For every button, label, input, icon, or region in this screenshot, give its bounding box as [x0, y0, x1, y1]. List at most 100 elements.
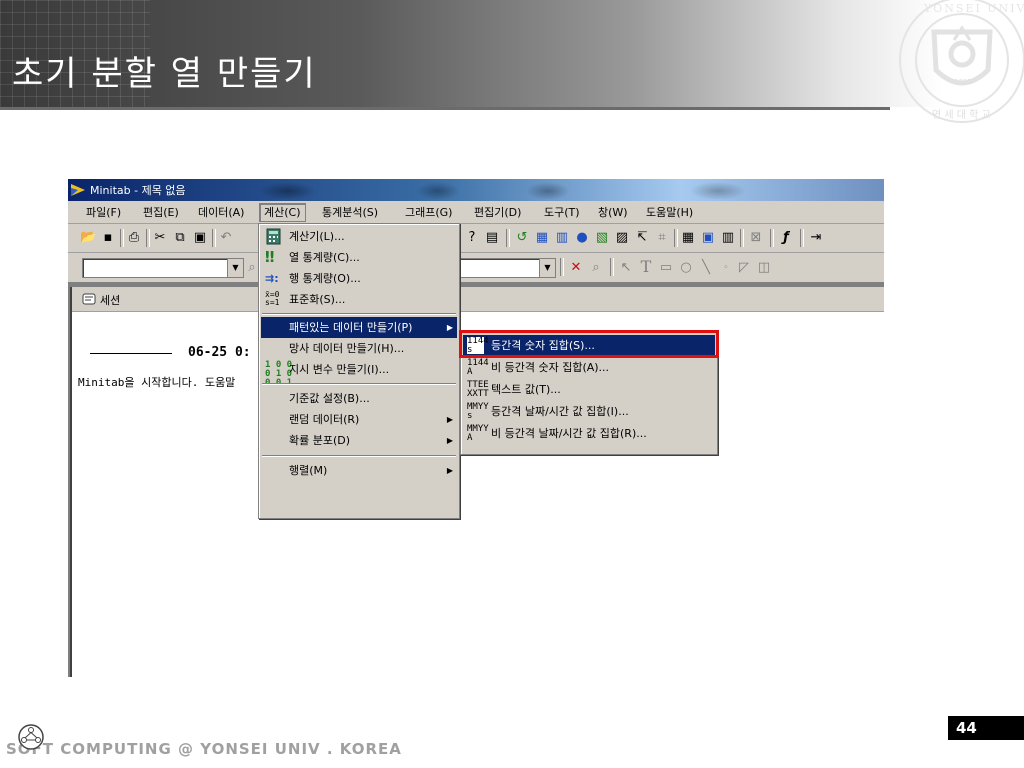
menu-item-set-base[interactable]: 기준값 설정(B)...: [261, 388, 457, 409]
minitab-logo-icon: [71, 184, 85, 196]
insert-icon[interactable]: ↸: [634, 230, 650, 246]
standard-toolbar: 📂 ▪ ⎙ ✂ ⧉ ▣ ↶ ? ▤ ↺ ▦ ▥ ● ▧ ▨ ↸ ⌗ ▦ ▣ ▥ …: [68, 224, 884, 253]
menu-item-label: 행 통계량(O)...: [289, 272, 361, 285]
toolbar-separator: [610, 258, 614, 276]
project-manager-icon[interactable]: ●: [574, 230, 590, 246]
undo-icon[interactable]: ↶: [218, 230, 234, 246]
ellipse-tool-icon[interactable]: ○: [678, 260, 694, 276]
submenu-item-simple-set-datetime[interactable]: MMYY s 등간격 날짜/시간 값 집합(I)...: [463, 401, 715, 422]
submenu-item-text-values[interactable]: TTEE XXTT 텍스트 값(T)...: [463, 379, 715, 400]
save-icon[interactable]: ▪: [100, 230, 116, 246]
session-welcome-text: Minitab을 시작합니다. 도움말: [78, 376, 236, 389]
menu-edit[interactable]: 편집(E): [139, 204, 183, 221]
menu-item-label: 열 통계량(C)...: [289, 251, 360, 264]
menu-data[interactable]: 데이터(A): [194, 204, 248, 221]
text-tool-icon[interactable]: T: [638, 259, 654, 275]
graph-combo[interactable]: ▼: [454, 258, 556, 278]
info-icon[interactable]: ▤: [484, 230, 500, 246]
menu-separator: [262, 313, 456, 315]
text-values-icon: TTEE XXTT: [467, 380, 489, 399]
zoom-icon[interactable]: ⌕: [588, 260, 604, 276]
emblem-text: YONSEI UNIVERSITY: [923, 2, 1024, 15]
menu-graph[interactable]: 그래프(G): [401, 204, 456, 221]
polyline-tool-icon[interactable]: ◸: [736, 260, 752, 276]
toolbar-separator: [120, 229, 124, 247]
menu-item-standardize[interactable]: x̄=0 s=1 표준화(S)...: [261, 289, 457, 310]
edit-last-icon[interactable]: ↺: [514, 230, 530, 246]
menu-item-label: 지시 변수 만들기(I)...: [289, 363, 390, 376]
standardize-icon: x̄=0 s=1: [265, 290, 280, 307]
titlebar-pattern: [248, 181, 848, 199]
menu-editor[interactable]: 편집기(D): [470, 204, 525, 221]
menu-item-probability-distributions[interactable]: 확률 분포(D) ▶: [261, 430, 457, 451]
menu-item-label: 비 등간격 숫자 집합(A)...: [491, 361, 610, 374]
columns-icon[interactable]: ▥: [720, 230, 736, 246]
toolbar-separator: [560, 258, 564, 276]
calc-menu: 계산기(L)... ‼ 열 통계량(C)... ⇉: 행 통계량(O)... x…: [258, 223, 460, 519]
marker-tool-icon[interactable]: ◦: [718, 260, 734, 276]
emblem-korean: 연 세 대 학 교: [932, 109, 991, 121]
chevron-down-icon[interactable]: ▼: [227, 259, 243, 277]
menu-item-calculator[interactable]: 계산기(L)...: [261, 226, 457, 247]
menu-calc[interactable]: 계산(C): [259, 203, 306, 222]
worksheet-icon[interactable]: ▥: [554, 230, 570, 246]
menu-separator: [262, 383, 456, 385]
session-window-icon[interactable]: ▦: [534, 230, 550, 246]
menu-item-matrices[interactable]: 행렬(M) ▶: [261, 460, 457, 481]
toolbar-separator: [212, 229, 216, 247]
menu-item-column-stats[interactable]: ‼ 열 통계량(C)...: [261, 247, 457, 268]
submenu-item-arbitrary-set-datetime[interactable]: MMYY A 비 등간격 날짜/시간 값 집합(R)...: [463, 423, 715, 444]
footer-text: SOFT COMPUTING @ YONSEI UNIV . KOREA: [6, 740, 402, 758]
calculator-icon: [266, 228, 281, 245]
print-icon[interactable]: ⎙: [126, 230, 142, 246]
worksheet-window-icon[interactable]: ▣: [700, 230, 716, 246]
session-window-icon: [82, 293, 96, 305]
menu-stat[interactable]: 통계분석(S): [318, 204, 382, 221]
chevron-down-icon[interactable]: ▼: [539, 259, 555, 277]
menu-item-make-mesh-data[interactable]: 망사 데이터 만들기(H)...: [261, 338, 457, 359]
toolbar-separator: [740, 229, 744, 247]
menu-help[interactable]: 도움말(H): [642, 204, 697, 221]
column-combo[interactable]: ▼: [82, 258, 244, 278]
line-tool-icon[interactable]: ╲: [698, 260, 714, 276]
menu-item-label: 망사 데이터 만들기(H)...: [289, 342, 405, 355]
close-graphs-icon[interactable]: ⊠: [748, 230, 764, 246]
function-icon[interactable]: ƒ: [778, 230, 794, 246]
grid-icon[interactable]: ▦: [680, 230, 696, 246]
open-folder-icon[interactable]: 📂: [80, 230, 96, 246]
menu-window[interactable]: 창(W): [594, 204, 632, 221]
help-icon[interactable]: ?: [464, 230, 480, 246]
menu-item-make-patterned-data[interactable]: 패턴있는 데이터 만들기(P) ▶: [261, 317, 457, 338]
menu-item-label: 표준화(S)...: [289, 293, 346, 306]
session-title: 세션: [100, 294, 121, 307]
menu-separator: [262, 455, 456, 457]
row-stats-icon: ⇉:: [265, 272, 279, 285]
menu-item-label: 패턴있는 데이터 만들기(P): [289, 321, 413, 334]
session-titlebar: 세션: [72, 287, 884, 312]
submenu-item-arbitrary-set-numbers[interactable]: 1144 A 비 등간격 숫자 집합(A)...: [463, 357, 715, 378]
menu-tools[interactable]: 도구(T): [540, 204, 584, 221]
copy-icon[interactable]: ⧉: [172, 230, 188, 246]
cut-icon[interactable]: ✂: [152, 230, 168, 246]
minitab-screenshot: Minitab - 제목 없음 파일(F) 편집(E) 데이터(A) 계산(C)…: [68, 179, 884, 677]
history-icon[interactable]: ▧: [594, 230, 610, 246]
session-date: 06-25 0:: [188, 345, 251, 360]
arrange-icon[interactable]: ⌗: [654, 230, 670, 246]
slide-title: 초기 분할 열 만들기: [12, 54, 317, 94]
polygon-tool-icon[interactable]: ◫: [756, 260, 772, 276]
menu-item-make-indicator-variables[interactable]: 1 0 0 0 1 0 0 0 1 지시 변수 만들기(I)...: [261, 359, 457, 388]
insert-rows-icon[interactable]: ⇥: [808, 230, 824, 246]
select-arrow-icon[interactable]: ↖: [618, 260, 634, 276]
menu-file[interactable]: 파일(F): [82, 204, 125, 221]
rectangle-tool-icon[interactable]: ▭: [658, 260, 674, 276]
toolbar-separator: [770, 229, 774, 247]
report-icon[interactable]: ▨: [614, 230, 630, 246]
window-title: Minitab - 제목 없음: [90, 184, 186, 197]
menu-item-label: 비 등간격 날짜/시간 값 집합(R)...: [491, 427, 647, 440]
paste-icon[interactable]: ▣: [192, 230, 208, 246]
delete-icon[interactable]: ✕: [568, 260, 584, 276]
menu-item-random-data[interactable]: 랜덤 데이터(R) ▶: [261, 409, 457, 430]
session-divider: [90, 353, 172, 354]
column-stats-icon: ‼: [265, 248, 275, 266]
menu-item-row-stats[interactable]: ⇉: 행 통계량(O)...: [261, 268, 457, 289]
